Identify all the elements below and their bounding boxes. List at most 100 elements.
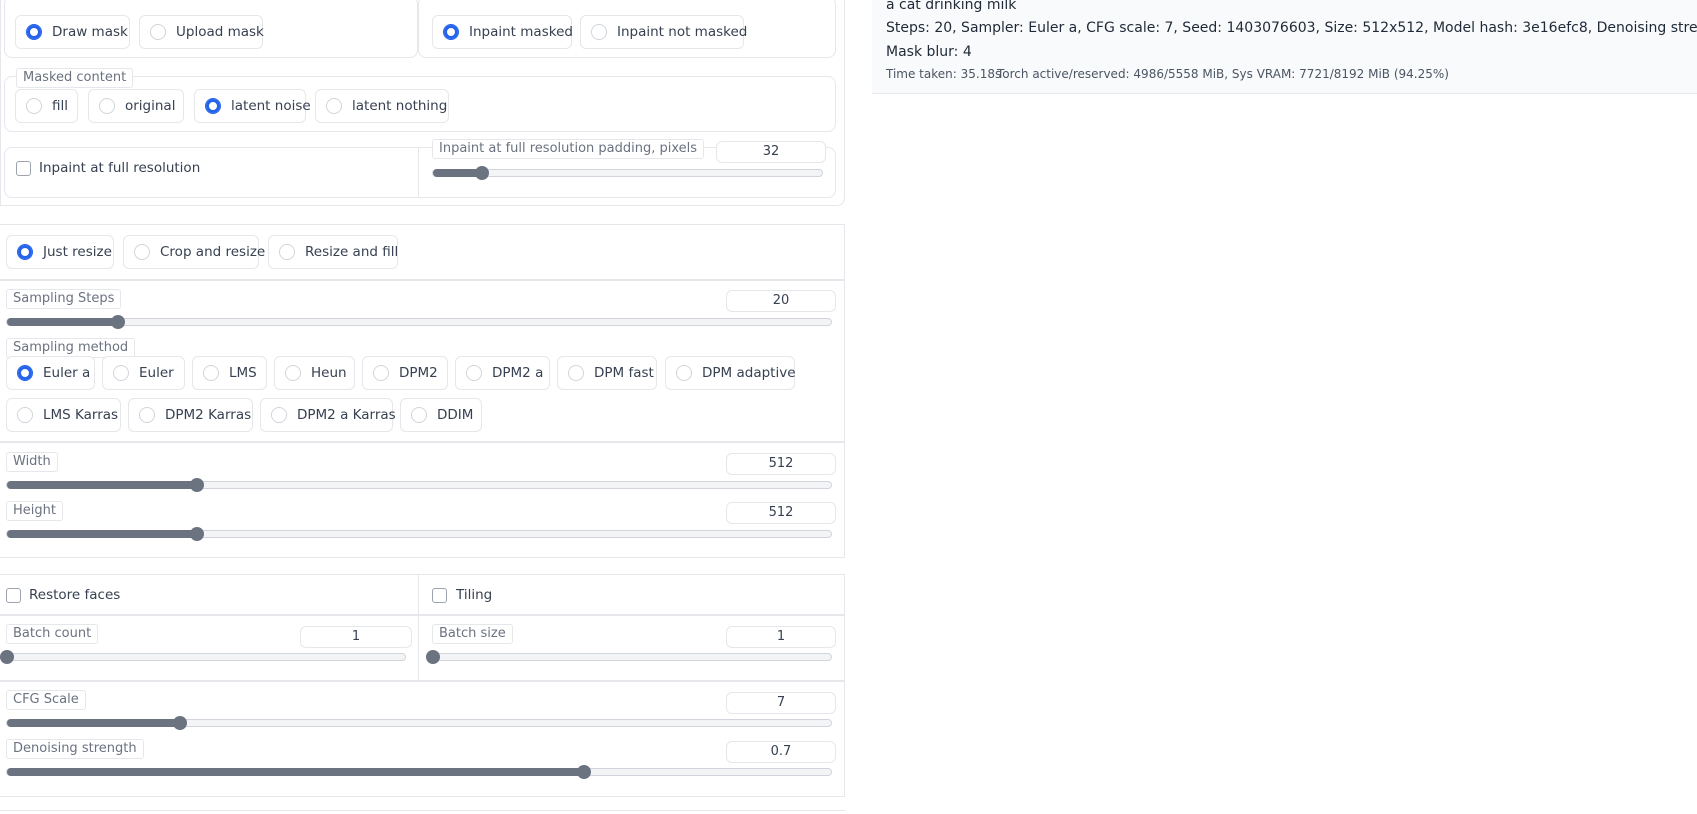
euler-a-label: Euler a [43, 365, 91, 381]
divider [418, 615, 419, 681]
dpm2-radio[interactable]: DPM2 [362, 356, 448, 390]
radio-indicator [150, 24, 166, 40]
padding-input[interactable]: 32 [716, 141, 826, 163]
dpm2-a-karras-radio[interactable]: DPM2 a Karras [260, 398, 396, 432]
dimensions-group [0, 442, 845, 558]
denoising-input[interactable]: 0.7 [726, 741, 836, 763]
radio-indicator [26, 98, 42, 114]
fill-radio[interactable]: fill [15, 89, 78, 123]
restore-faces-checkbox[interactable] [6, 588, 21, 603]
inpaint-not-masked-label: Inpaint not masked [617, 24, 748, 40]
upload-mask-radio[interactable]: Upload mask [139, 15, 264, 49]
dpm2-karras-radio[interactable]: DPM2 Karras [128, 398, 253, 432]
fill-label: fill [52, 98, 69, 114]
heun-label: Heun [311, 365, 347, 381]
full-res-checkbox[interactable] [16, 161, 31, 176]
original-label: original [125, 98, 176, 114]
radio-indicator [134, 244, 150, 260]
inpaint-masked-label: Inpaint masked [469, 24, 573, 40]
radio-indicator [99, 98, 115, 114]
height-label: Height [6, 501, 63, 521]
radio-indicator [326, 98, 342, 114]
latent-nothing-label: latent nothing [352, 98, 448, 114]
batch-count-slider[interactable] [0, 650, 406, 664]
full-res-label: Inpaint at full resolution [39, 160, 201, 176]
height-slider[interactable] [6, 527, 832, 541]
slider-thumb[interactable] [189, 527, 204, 541]
latent-noise-label: latent noise [231, 98, 311, 114]
radio-indicator [411, 407, 427, 423]
height-input[interactable]: 512 [726, 502, 836, 524]
slider-thumb[interactable] [189, 478, 204, 492]
draw-mask-radio[interactable]: Draw mask [15, 15, 130, 49]
slider-thumb[interactable] [474, 166, 489, 180]
radio-indicator [139, 407, 155, 423]
lms-karras-radio[interactable]: LMS Karras [6, 398, 121, 432]
denoising-slider[interactable] [6, 765, 832, 779]
original-radio[interactable]: original [88, 89, 184, 123]
ddim-label: DDIM [437, 407, 474, 423]
slider-fill [7, 318, 119, 326]
dpm2-label: DPM2 [399, 365, 438, 381]
euler-label: Euler [139, 365, 174, 381]
batch-count-input[interactable]: 1 [300, 626, 412, 648]
radio-selected-indicator [17, 244, 33, 260]
dpm-fast-radio[interactable]: DPM fast [557, 356, 657, 390]
just-resize-label: Just resize [43, 244, 112, 260]
radio-indicator [568, 365, 584, 381]
tiling-label: Tiling [456, 587, 493, 603]
lms-radio[interactable]: LMS [192, 356, 267, 390]
resize-and-fill-radio[interactable]: Resize and fill [268, 235, 398, 269]
just-resize-radio[interactable]: Just resize [6, 235, 114, 269]
slider-fill [7, 719, 181, 727]
tiling-checkbox[interactable] [432, 588, 447, 603]
latent-noise-radio[interactable]: latent noise [194, 89, 311, 123]
batch-size-label: Batch size [432, 624, 513, 644]
inpaint-not-masked-radio[interactable]: Inpaint not masked [580, 15, 748, 49]
dpm-adaptive-label: DPM adaptive [702, 365, 796, 381]
padding-label: Inpaint at full resolution padding, pixe… [432, 139, 705, 159]
slider-thumb[interactable] [173, 716, 188, 730]
cfg-scale-input[interactable]: 7 [726, 692, 836, 714]
slider-thumb[interactable] [0, 650, 14, 664]
divider [418, 574, 419, 615]
batch-size-input[interactable]: 1 [726, 626, 836, 648]
sampling-method-label: Sampling method [6, 338, 136, 358]
radio-indicator [676, 365, 692, 381]
batch-group [0, 615, 845, 681]
crop-and-resize-radio[interactable]: Crop and resize [123, 235, 265, 269]
euler-radio[interactable]: Euler [102, 356, 185, 390]
radio-indicator [279, 244, 295, 260]
sampling-steps-input[interactable]: 20 [726, 290, 836, 312]
radio-selected-indicator [443, 24, 459, 40]
lms-karras-label: LMS Karras [43, 407, 119, 423]
heun-radio[interactable]: Heun [274, 356, 355, 390]
cfg-scale-slider[interactable] [6, 716, 832, 730]
slider-thumb[interactable] [576, 765, 591, 779]
masked-content-label: Masked content [16, 68, 134, 88]
bottom-divider [0, 810, 845, 811]
batch-size-slider[interactable] [426, 650, 832, 664]
radio-selected-indicator [26, 24, 42, 40]
latent-nothing-radio[interactable]: latent nothing [315, 89, 449, 123]
ddim-radio[interactable]: DDIM [400, 398, 482, 432]
euler-a-radio[interactable]: Euler a [6, 356, 95, 390]
batch-count-label: Batch count [6, 624, 99, 644]
radio-selected-indicator [17, 365, 33, 381]
cfg-scale-label: CFG Scale [6, 690, 86, 710]
inpaint-masked-radio[interactable]: Inpaint masked [432, 15, 573, 49]
radio-indicator [373, 365, 389, 381]
width-slider[interactable] [6, 478, 832, 492]
slider-thumb[interactable] [426, 650, 440, 664]
dpm2-a-radio[interactable]: DPM2 a [455, 356, 550, 390]
dpm-adaptive-radio[interactable]: DPM adaptive [665, 356, 796, 390]
restore-faces-label: Restore faces [29, 587, 121, 603]
padding-slider[interactable] [432, 166, 823, 180]
dpm-fast-label: DPM fast [594, 365, 654, 381]
radio-indicator [285, 365, 301, 381]
radio-indicator [113, 365, 129, 381]
width-input[interactable]: 512 [726, 453, 836, 475]
slider-fill [7, 768, 584, 776]
sampling-steps-slider[interactable] [6, 315, 832, 329]
draw-mask-label: Draw mask [52, 24, 128, 40]
